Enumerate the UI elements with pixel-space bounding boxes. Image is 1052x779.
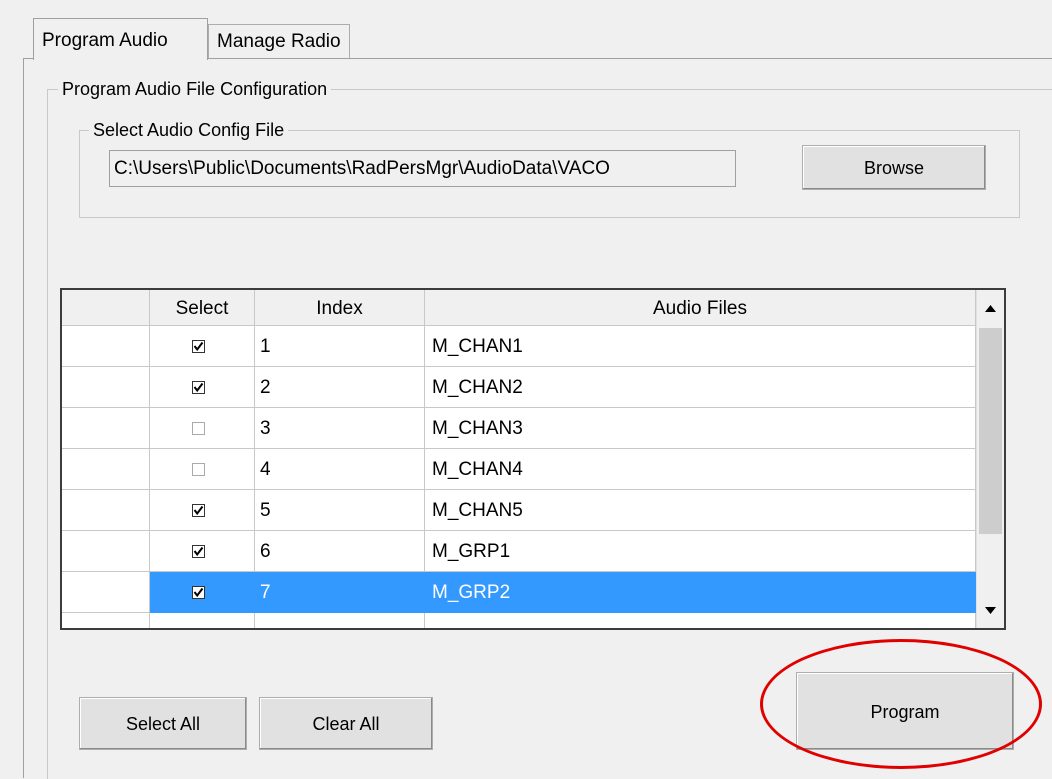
table-row[interactable]: 5 M_CHAN5 <box>62 490 976 531</box>
select-checkbox[interactable] <box>192 463 205 476</box>
index-cell[interactable]: 7 <box>255 572 425 613</box>
scroll-up-arrow-icon <box>985 305 996 312</box>
audio-file-cell[interactable]: M_CHAN5 <box>425 490 976 531</box>
select-checkbox[interactable] <box>192 381 205 394</box>
table-row[interactable]: 3 M_CHAN3 <box>62 408 976 449</box>
config-file-legend: Select Audio Config File <box>89 119 289 141</box>
select-cell[interactable] <box>150 531 255 572</box>
table-row-partial <box>62 613 976 628</box>
scroll-up-button[interactable] <box>977 290 1004 326</box>
partial-cell <box>255 613 425 628</box>
row-header-cell[interactable] <box>62 408 150 449</box>
browse-button[interactable]: Browse <box>802 145 986 190</box>
select-checkbox[interactable] <box>192 422 205 435</box>
audio-file-cell[interactable]: M_CHAN4 <box>425 449 976 490</box>
select-checkbox[interactable] <box>192 586 205 599</box>
column-header-select[interactable]: Select <box>150 290 255 326</box>
table-row[interactable]: 4 M_CHAN4 <box>62 449 976 490</box>
audio-files-grid[interactable]: Select Index Audio Files 1 M_CHAN1 2 M_CHAN… <box>60 288 1006 630</box>
checkmark-icon <box>193 341 204 352</box>
table-row[interactable]: 2 M_CHAN2 <box>62 367 976 408</box>
index-cell[interactable]: 4 <box>255 449 425 490</box>
audio-file-cell[interactable]: M_CHAN2 <box>425 367 976 408</box>
tab-manage-radio[interactable]: Manage Radio <box>208 24 350 58</box>
vertical-scrollbar[interactable] <box>976 290 1004 628</box>
clear-all-button[interactable]: Clear All <box>259 697 433 750</box>
table-row[interactable]: 1 M_CHAN1 <box>62 326 976 367</box>
checkmark-icon <box>193 587 204 598</box>
select-all-button[interactable]: Select All <box>79 697 247 750</box>
checkmark-icon <box>193 546 204 557</box>
scroll-down-button[interactable] <box>977 592 1004 628</box>
partial-cell <box>62 613 150 628</box>
audio-file-cell[interactable]: M_GRP2 <box>425 572 976 613</box>
program-audio-config-legend: Program Audio File Configuration <box>58 78 332 100</box>
index-cell[interactable]: 3 <box>255 408 425 449</box>
select-cell[interactable] <box>150 490 255 531</box>
config-file-path-field[interactable]: C:\Users\Public\Documents\RadPersMgr\Aud… <box>109 150 736 187</box>
audio-file-cell[interactable]: M_CHAN3 <box>425 408 976 449</box>
scroll-thumb[interactable] <box>979 328 1002 534</box>
index-cell[interactable]: 1 <box>255 326 425 367</box>
column-header-audio-files[interactable]: Audio Files <box>425 290 976 326</box>
grid-body: Select Index Audio Files 1 M_CHAN1 2 M_CHAN… <box>62 290 976 628</box>
index-cell[interactable]: 2 <box>255 367 425 408</box>
tab-program-audio[interactable]: Program Audio <box>33 18 208 60</box>
row-header-cell[interactable] <box>62 490 150 531</box>
program-button[interactable]: Program <box>796 672 1014 750</box>
audio-file-cell[interactable]: M_CHAN1 <box>425 326 976 367</box>
checkmark-icon <box>193 382 204 393</box>
select-cell[interactable] <box>150 326 255 367</box>
audio-file-cell[interactable]: M_GRP1 <box>425 531 976 572</box>
index-cell[interactable]: 5 <box>255 490 425 531</box>
select-checkbox[interactable] <box>192 545 205 558</box>
scroll-down-arrow-icon <box>985 607 996 614</box>
partial-cell <box>425 613 976 628</box>
select-checkbox[interactable] <box>192 504 205 517</box>
row-header-cell[interactable] <box>62 572 150 613</box>
partial-cell <box>150 613 255 628</box>
select-cell[interactable] <box>150 408 255 449</box>
row-header-cell[interactable] <box>62 326 150 367</box>
select-cell[interactable] <box>150 572 255 613</box>
select-cell[interactable] <box>150 367 255 408</box>
row-header-cell[interactable] <box>62 449 150 490</box>
row-header-cell[interactable] <box>62 367 150 408</box>
select-cell[interactable] <box>150 449 255 490</box>
index-cell[interactable]: 6 <box>255 531 425 572</box>
column-header-index[interactable]: Index <box>255 290 425 326</box>
row-header-cell[interactable] <box>62 531 150 572</box>
table-row[interactable]: 7 M_GRP2 <box>62 572 976 613</box>
table-row[interactable]: 6 M_GRP1 <box>62 531 976 572</box>
checkmark-icon <box>193 505 204 516</box>
column-header-rowheader <box>62 290 150 326</box>
select-checkbox[interactable] <box>192 340 205 353</box>
